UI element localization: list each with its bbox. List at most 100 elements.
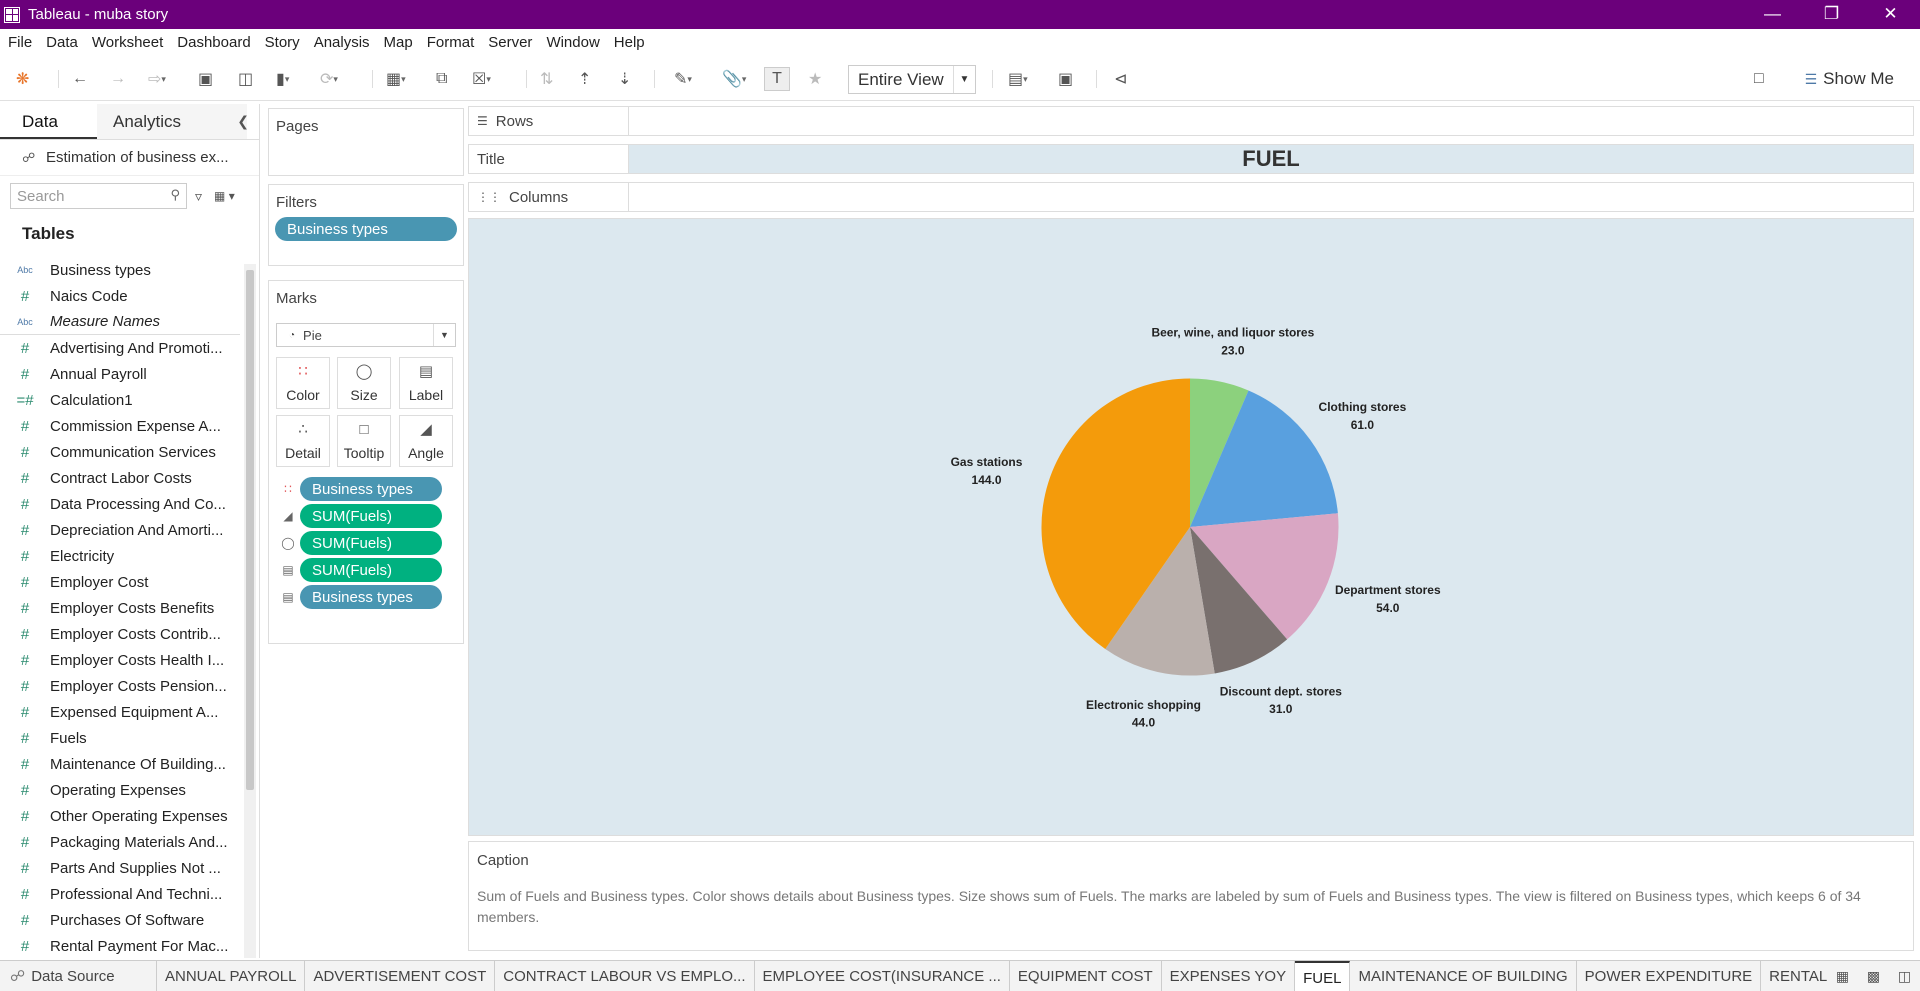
menu-story[interactable]: Story	[258, 34, 307, 51]
sheet-tab[interactable]: ADVERTISEMENT COST	[305, 961, 496, 991]
redo-icon[interactable]: →	[110, 67, 126, 91]
marks-pill-label[interactable]: Business types	[300, 585, 442, 609]
menu-map[interactable]: Map	[377, 34, 420, 51]
angle-button[interactable]: ◢ Angle	[399, 415, 453, 467]
new-worksheet-icon[interactable]: ▦	[1827, 968, 1858, 985]
undo-icon[interactable]: ←	[72, 67, 88, 91]
field-item[interactable]: # Employer Costs Pension...	[0, 673, 240, 699]
tooltip-button[interactable]: □ Tooltip	[337, 415, 391, 467]
datasource-item[interactable]: ☍ Estimation of business ex...	[0, 140, 259, 176]
tab-data-source[interactable]: ☍ Data Source	[0, 961, 157, 991]
new-dashboard-icon[interactable]: ▩	[1858, 968, 1889, 985]
menu-worksheet[interactable]: Worksheet	[85, 34, 170, 51]
filters-card[interactable]: Filters Business types	[268, 184, 464, 266]
highlight-icon[interactable]: ✎ ▾	[674, 67, 692, 91]
title-shelf[interactable]: Title FUEL	[468, 144, 1914, 174]
field-item[interactable]: # Naics Code	[0, 283, 240, 309]
tab-analytics[interactable]: Analytics	[97, 104, 247, 139]
field-item[interactable]: # Commission Expense A...	[0, 413, 240, 439]
view-mode-select[interactable]: Entire View ▼	[848, 65, 976, 94]
field-item[interactable]: # Expensed Equipment A...	[0, 699, 240, 725]
menu-server[interactable]: Server	[481, 34, 539, 51]
field-item[interactable]: # Purchases Of Software	[0, 907, 240, 933]
pie-chart[interactable]: Beer, wine, and liquor stores 23.0 Clothin…	[469, 219, 1913, 835]
share-icon[interactable]: ⊲	[1114, 67, 1127, 91]
field-item[interactable]: # Electricity	[0, 543, 240, 569]
refresh-icon[interactable]: ⟳ ▾	[320, 67, 338, 91]
field-item[interactable]: # Fuels	[0, 725, 240, 751]
filter-fields-icon[interactable]: ▿	[195, 188, 202, 205]
close-button[interactable]: ✕	[1861, 0, 1920, 29]
menu-help[interactable]: Help	[607, 34, 652, 51]
sheet-tab[interactable]: POWER EXPENDITURE	[1577, 961, 1762, 991]
sheet-tab[interactable]: ANNUAL PAYROLL	[157, 961, 306, 991]
field-item[interactable]: # Depreciation And Amorti...	[0, 517, 240, 543]
menu-analysis[interactable]: Analysis	[307, 34, 377, 51]
new-datasource-icon[interactable]: ◫	[238, 67, 253, 91]
presentation-mode-icon[interactable]: ▣	[1058, 67, 1073, 91]
minimize-button[interactable]: —	[1743, 0, 1802, 29]
field-item[interactable]: # Employer Costs Health I...	[0, 647, 240, 673]
field-item[interactable]: # Packaging Materials And...	[0, 829, 240, 855]
size-button[interactable]: ◯ Size	[337, 357, 391, 409]
pages-card[interactable]: Pages	[268, 108, 464, 176]
sheet-tab[interactable]: EQUIPMENT COST	[1010, 961, 1162, 991]
sort-ascending-icon[interactable]: ⇡	[578, 67, 591, 91]
sheet-tab[interactable]: EXPENSES YOY	[1162, 961, 1296, 991]
sheet-tab[interactable]: FUEL	[1295, 961, 1351, 991]
marks-pill-color[interactable]: Business types	[300, 477, 442, 501]
group-members-icon[interactable]: 📎 ▾	[722, 67, 746, 91]
fix-axes-icon[interactable]: ★	[808, 67, 822, 91]
pause-updates-icon[interactable]: ▮ ▾	[276, 67, 289, 91]
field-item[interactable]: # Parts And Supplies Not ...	[0, 855, 240, 881]
menu-format[interactable]: Format	[420, 34, 482, 51]
search-input[interactable]: Search ⚲	[10, 183, 187, 209]
scrollbar-thumb[interactable]	[246, 270, 254, 790]
filter-pill-business-types[interactable]: Business types	[275, 217, 457, 241]
show-me-button[interactable]: ☰ Show Me	[1805, 69, 1894, 89]
tableau-home-icon[interactable]: ❋	[16, 67, 29, 91]
field-item[interactable]: # Professional And Techni...	[0, 881, 240, 907]
field-item[interactable]: # Employer Costs Contrib...	[0, 621, 240, 647]
label-button[interactable]: ▤ Label	[399, 357, 453, 409]
new-worksheet-icon[interactable]: ▦ ▾	[386, 67, 406, 91]
new-story-icon[interactable]: ◫	[1889, 968, 1920, 985]
field-item[interactable]: # Communication Services	[0, 439, 240, 465]
field-item[interactable]: Abc Business types	[0, 257, 240, 283]
sort-descending-icon[interactable]: ⇣	[618, 67, 631, 91]
field-item[interactable]: # Employer Costs Benefits	[0, 595, 240, 621]
paint-roller-icon[interactable]: □	[1754, 67, 1764, 91]
field-item[interactable]: # Operating Expenses	[0, 777, 240, 803]
show-cards-icon[interactable]: ▤ ▾	[1008, 67, 1028, 91]
collapse-pane-icon[interactable]: ❮	[237, 113, 249, 130]
clear-sheet-icon[interactable]: ☒ ▾	[472, 67, 491, 91]
sheet-tab[interactable]: EMPLOYEE COST(INSURANCE ...	[755, 961, 1010, 991]
save-icon[interactable]: ▣	[198, 67, 213, 91]
columns-shelf[interactable]: ⋮⋮ Columns	[468, 182, 1914, 212]
sheet-tab[interactable]: CONTRACT LABOUR VS EMPLO...	[495, 961, 755, 991]
restore-button[interactable]: ❐	[1802, 0, 1861, 29]
replace-data-icon[interactable]: ⇨ ▾	[148, 67, 166, 91]
field-item[interactable]: # Contract Labor Costs	[0, 465, 240, 491]
marks-pill-label[interactable]: SUM(Fuels)	[300, 558, 442, 582]
viz-area[interactable]: Beer, wine, and liquor stores 23.0 Clothin…	[468, 218, 1914, 836]
menu-window[interactable]: Window	[539, 34, 606, 51]
field-item[interactable]: # Annual Payroll	[0, 361, 240, 387]
field-item[interactable]: # Advertising And Promoti...	[0, 335, 240, 361]
field-item[interactable]: # Data Processing And Co...	[0, 491, 240, 517]
menu-file[interactable]: File	[0, 34, 39, 51]
menu-data[interactable]: Data	[39, 34, 85, 51]
menu-dashboard[interactable]: Dashboard	[170, 34, 257, 51]
show-mark-labels-icon[interactable]: T	[764, 67, 790, 91]
swap-rows-columns-icon[interactable]: ⇅	[540, 67, 553, 91]
field-item[interactable]: # Other Operating Expenses	[0, 803, 240, 829]
rows-shelf[interactable]: ☰ Rows	[468, 106, 1914, 136]
field-item[interactable]: # Rental Payment For Mac...	[0, 933, 240, 959]
marks-pill-size[interactable]: SUM(Fuels)	[300, 531, 442, 555]
tab-data[interactable]: Data	[0, 104, 97, 139]
marks-pill-angle[interactable]: SUM(Fuels)	[300, 504, 442, 528]
duplicate-icon[interactable]: ⧉	[436, 67, 447, 91]
color-button[interactable]: ∷ Color	[276, 357, 330, 409]
field-item[interactable]: Abc Measure Names	[0, 309, 240, 335]
mark-type-select[interactable]: ◔ Pie ▼	[276, 323, 456, 347]
